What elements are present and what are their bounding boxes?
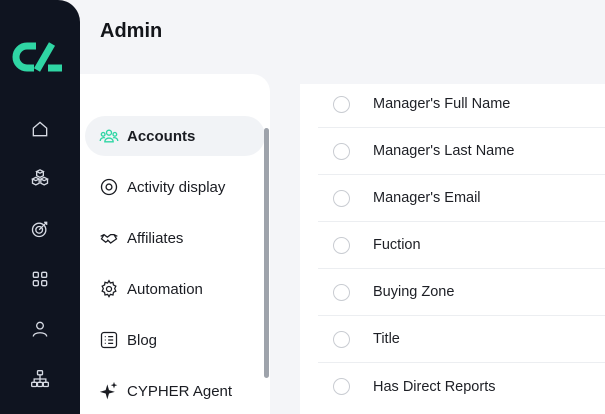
menu-item-label: CYPHER Agent xyxy=(127,382,233,400)
list-item[interactable]: Manager's Last Name xyxy=(318,128,605,175)
boxes-icon[interactable] xyxy=(27,166,53,192)
radio-button[interactable] xyxy=(333,236,350,254)
radio-button[interactable] xyxy=(333,95,350,113)
list-item[interactable]: Has Direct Reports xyxy=(318,363,605,410)
menu-item-activity-display[interactable]: Activity display xyxy=(85,167,265,207)
menu-item-label: Accounts xyxy=(127,127,196,145)
org-chart-icon[interactable] xyxy=(27,366,53,392)
field-label: Title xyxy=(373,331,400,347)
radio-button[interactable] xyxy=(333,189,350,207)
list-item[interactable]: Manager's Full Name xyxy=(318,81,605,128)
page-title: Admin xyxy=(100,20,163,42)
menu-item-accounts[interactable]: Accounts xyxy=(85,116,265,156)
field-label: Manager's Email xyxy=(373,190,481,206)
target-icon[interactable] xyxy=(27,216,53,242)
field-label: Fuction xyxy=(373,237,421,253)
menu-item-label: Automation xyxy=(127,280,203,298)
users-icon xyxy=(99,129,119,143)
settings-menu: Accounts Activity display Affiliates Aut… xyxy=(80,74,270,414)
handshake-icon xyxy=(100,233,118,244)
menu-item-automation[interactable]: Automation xyxy=(85,269,265,309)
list-item[interactable]: Buying Zone xyxy=(318,269,605,316)
gear-icon xyxy=(101,279,117,298)
grid-icon[interactable] xyxy=(27,266,53,292)
radio-button[interactable] xyxy=(333,378,350,395)
menu-scrollbar[interactable] xyxy=(264,128,269,378)
logo xyxy=(12,40,66,74)
field-label: Buying Zone xyxy=(373,284,455,300)
list-item[interactable]: Manager's Email xyxy=(318,175,605,222)
menu-item-label: Affiliates xyxy=(127,229,184,247)
menu-item-affiliates[interactable]: Affiliates xyxy=(85,218,265,258)
menu-item-label: Blog xyxy=(127,331,158,349)
radio-button[interactable] xyxy=(333,142,350,160)
target-circle-icon xyxy=(100,178,118,196)
menu-item-label: Activity display xyxy=(127,178,226,196)
menu-item-cypher-agent[interactable]: CYPHER Agent xyxy=(85,371,265,411)
radio-button[interactable] xyxy=(333,283,350,301)
radio-button[interactable] xyxy=(333,330,350,348)
left-rail xyxy=(0,0,80,414)
field-label: Manager's Last Name xyxy=(373,143,515,159)
list-icon xyxy=(100,331,118,349)
home-icon[interactable] xyxy=(27,116,53,142)
list-item[interactable]: Fuction xyxy=(318,222,605,269)
user-icon[interactable] xyxy=(27,316,53,342)
list-item[interactable]: Title xyxy=(318,316,605,363)
menu-item-blog[interactable]: Blog xyxy=(85,320,265,360)
field-label: Manager's Full Name xyxy=(373,96,511,112)
field-label: Has Direct Reports xyxy=(373,378,496,395)
sparkle-icon xyxy=(99,381,118,400)
